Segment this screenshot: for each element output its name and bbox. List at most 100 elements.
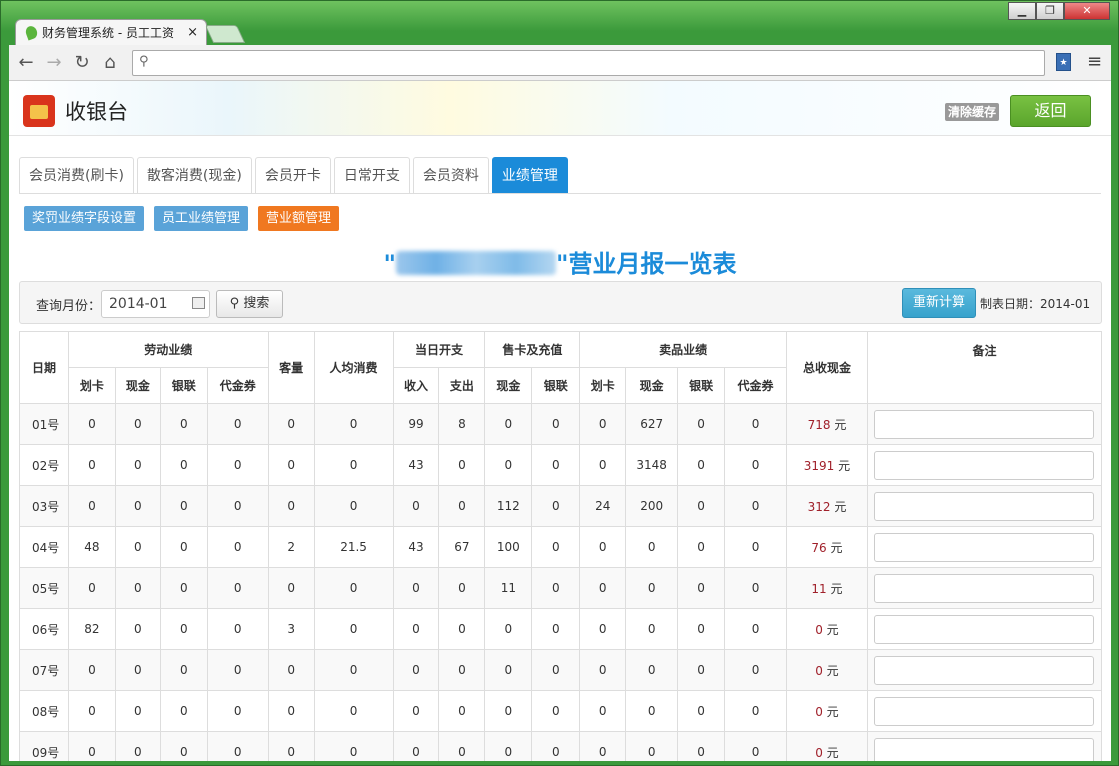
address-bar[interactable]: ⚲ — [132, 50, 1045, 76]
total-cash-cell: 76 元 — [786, 526, 868, 568]
table-cell: 0 — [579, 444, 627, 486]
table-cell: 43 — [392, 444, 440, 486]
make-date: 制表日期：2014-01 — [980, 297, 1091, 311]
search-button-label: 搜索 — [243, 296, 270, 311]
note-cell — [866, 526, 1103, 568]
browser-toolbar: ← → ↻ ⌂ ⚲ ★ ≡ — [9, 45, 1111, 81]
tab-performance-management[interactable]: 业绩管理 — [491, 157, 568, 194]
close-tab-icon[interactable]: × — [187, 20, 198, 45]
subheader-cell: 银联 — [159, 367, 208, 404]
table-cell: 0 — [206, 444, 269, 486]
total-cash-cell: 718 元 — [786, 403, 868, 445]
revenue-management-button[interactable]: 营业额管理 — [258, 206, 340, 231]
note-input[interactable] — [874, 409, 1095, 439]
table-cell: 0 — [206, 731, 269, 761]
note-input[interactable] — [874, 655, 1095, 685]
note-input[interactable] — [874, 491, 1095, 521]
table-cell: 0 — [159, 649, 208, 691]
back-button[interactable]: 返回 — [1010, 95, 1091, 127]
calendar-icon[interactable] — [192, 297, 205, 309]
note-input[interactable] — [874, 696, 1095, 726]
tab-member-open-card[interactable]: 会员开卡 — [254, 157, 331, 194]
table-cell: 0 — [159, 690, 208, 732]
search-button[interactable]: ⚲ 搜索 — [216, 290, 283, 318]
currency-unit: 元 — [830, 540, 843, 555]
staff-performance-button[interactable]: 员工业绩管理 — [154, 206, 249, 231]
recalculate-button[interactable]: 重新计算 — [902, 288, 976, 318]
table-cell: 0 — [677, 403, 726, 445]
total-cash-value: 718 — [807, 417, 831, 432]
table-cell: 0 — [677, 444, 726, 486]
header-product-sales: 卖品业绩 — [579, 331, 787, 368]
note-input[interactable] — [874, 573, 1095, 603]
minimize-button[interactable]: ▁ — [1008, 2, 1036, 20]
table-cell: 0 — [206, 403, 269, 445]
table-cell: 0 — [67, 444, 116, 486]
total-cash-value: 312 — [807, 499, 831, 514]
reward-penalty-settings-button[interactable]: 奖罚业绩字段设置 — [24, 206, 145, 231]
table-cell: 8 — [438, 403, 486, 445]
currency-unit: 元 — [826, 745, 839, 760]
table-cell: 0 — [67, 485, 116, 527]
table-cell: 0 — [438, 731, 486, 761]
table-cell: 0 — [724, 731, 787, 761]
table-cell: 0 — [114, 731, 161, 761]
tab-member-card-consume[interactable]: 会员消费(刷卡) — [19, 157, 134, 194]
note-input[interactable] — [874, 614, 1095, 644]
note-cell — [866, 731, 1103, 761]
note-input[interactable] — [874, 737, 1095, 761]
table-cell: 0 — [159, 526, 208, 568]
note-input[interactable] — [874, 532, 1095, 562]
month-input[interactable]: 2014-01 — [101, 290, 210, 318]
tab-walkin-cash-consume[interactable]: 散客消费(现金) — [136, 157, 252, 194]
table-cell: 0 — [159, 444, 208, 486]
forward-arrow-icon[interactable]: → — [43, 52, 65, 73]
table-cell: 0 — [438, 608, 486, 650]
table-cell: 0 — [724, 485, 787, 527]
browser-tab-title: 财务管理系统 - 员工工资 — [42, 26, 174, 40]
menu-icon[interactable]: ≡ — [1087, 51, 1102, 72]
page-title: 收银台 — [65, 100, 128, 124]
home-icon[interactable]: ⌂ — [99, 52, 121, 73]
table-cell: 0 — [392, 731, 440, 761]
tab-member-info[interactable]: 会员资料 — [412, 157, 489, 194]
bookmark-icon[interactable]: ★ — [1056, 53, 1071, 71]
subheader-cell: 现金 — [484, 367, 533, 404]
close-window-button[interactable]: ✕ — [1064, 2, 1110, 20]
back-arrow-icon[interactable]: ← — [15, 52, 37, 73]
header-date: 日期 — [19, 331, 69, 404]
table-cell: 0 — [438, 690, 486, 732]
table-row: 02号 0 0 0 0 0 0 43 0 0 0 0 3148 0 0 3191 元 — [19, 444, 1103, 486]
table-cell: 0 — [392, 649, 440, 691]
reload-icon[interactable]: ↻ — [71, 52, 93, 73]
table-cell: 2 — [267, 526, 315, 568]
table-cell: 0 — [724, 567, 787, 609]
note-input[interactable] — [874, 450, 1095, 480]
table-cell: 24 — [579, 485, 627, 527]
new-tab-button[interactable] — [204, 25, 246, 43]
table-cell: 0 — [67, 403, 116, 445]
table-cell: 0 — [67, 649, 116, 691]
table-row: 01号 0 0 0 0 0 0 99 8 0 0 0 627 0 0 718 元 — [19, 403, 1103, 445]
table-cell: 200 — [625, 485, 679, 527]
table-row: 05号 0 0 0 0 0 0 0 0 11 0 0 0 0 0 11 元 — [19, 567, 1103, 609]
table-cell: 0 — [531, 485, 581, 527]
browser-tab[interactable]: 财务管理系统 - 员工工资 × — [15, 19, 207, 45]
table-cell: 0 — [579, 649, 627, 691]
table-cell: 0 — [438, 649, 486, 691]
tab-daily-expense[interactable]: 日常开支 — [333, 157, 410, 194]
table-cell: 0 — [159, 403, 208, 445]
clear-cache-button[interactable]: 清除缓存 — [945, 103, 1000, 121]
table-cell: 0 — [267, 731, 315, 761]
date-cell: 09号 — [19, 731, 69, 761]
table-cell: 0 — [677, 526, 726, 568]
table-cell: 0 — [484, 403, 533, 445]
total-cash-cell: 0 元 — [786, 731, 868, 761]
table-cell: 0 — [313, 444, 394, 486]
table-cell: 0 — [206, 526, 269, 568]
table-cell: 0 — [313, 608, 394, 650]
table-cell: 0 — [724, 649, 787, 691]
maximize-button[interactable]: ❐ — [1036, 2, 1064, 20]
table-row: 09号 0 0 0 0 0 0 0 0 0 0 0 0 0 0 0 元 — [19, 731, 1103, 761]
total-cash-value: 0 — [815, 704, 823, 719]
